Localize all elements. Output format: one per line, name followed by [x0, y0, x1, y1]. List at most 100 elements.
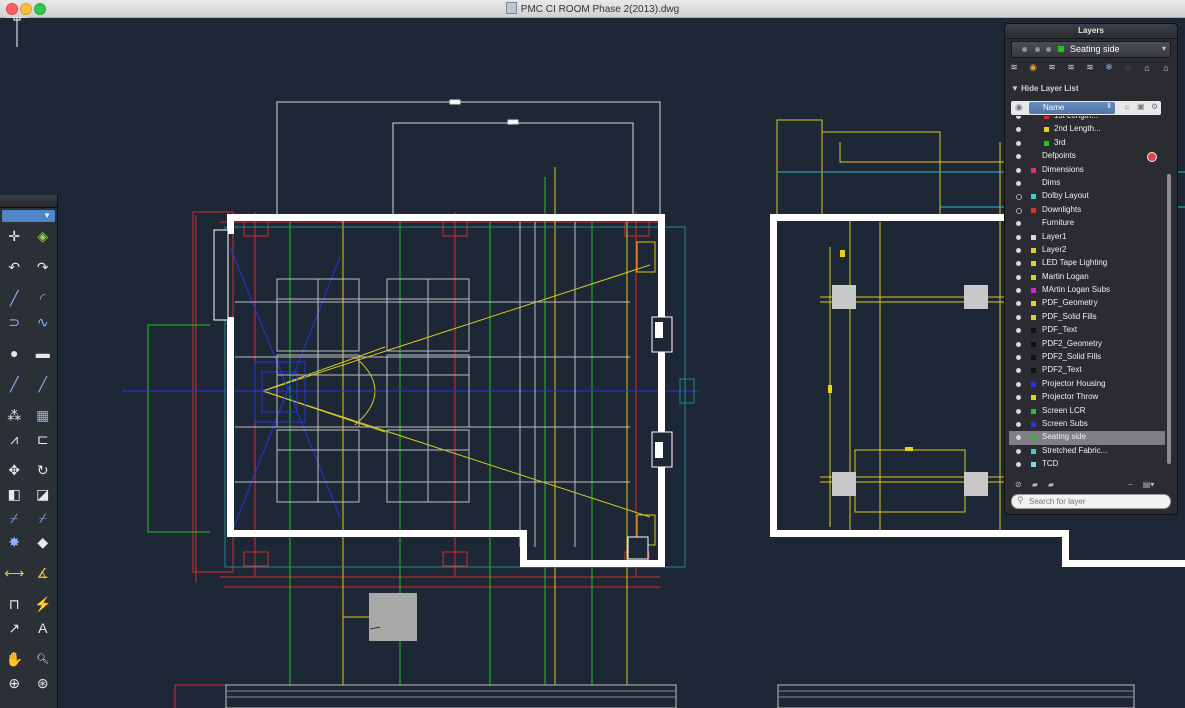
redo-icon[interactable]: ↷: [33, 257, 53, 277]
copy-icon[interactable]: ⁂: [4, 405, 24, 425]
layer-row[interactable]: Furniture: [1009, 217, 1165, 230]
layer-row[interactable]: MArtin Logan Subs: [1009, 284, 1165, 297]
layer-row[interactable]: PDF_Geometry: [1009, 297, 1165, 310]
freeze-column-icon[interactable]: ☼: [1123, 102, 1130, 111]
layer-visibility-toggle[interactable]: [1016, 435, 1021, 441]
erase-icon[interactable]: ◆: [33, 532, 53, 552]
rectangle-icon[interactable]: ▬: [33, 343, 53, 363]
layer-row[interactable]: Screen LCR: [1009, 405, 1165, 418]
layer-row[interactable]: 2nd Length...: [1009, 123, 1165, 136]
layer-search[interactable]: ⚲: [1011, 494, 1171, 509]
layer-row[interactable]: Layer1: [1009, 231, 1165, 244]
layer-walk-icon[interactable]: ≋: [1083, 61, 1097, 74]
layer-visibility-toggle[interactable]: [1016, 328, 1021, 334]
layer-visibility-toggle[interactable]: [1016, 127, 1021, 133]
layer-row[interactable]: PDF2_Geometry: [1009, 338, 1165, 351]
layer-row[interactable]: 1st Length...: [1009, 116, 1165, 123]
array-icon[interactable]: ▦: [33, 405, 53, 425]
layer-row[interactable]: Dolby Layout: [1009, 190, 1165, 203]
quick-dimension-icon[interactable]: ⚡: [33, 594, 53, 614]
new-filter-icon[interactable]: ▰: [1048, 480, 1054, 489]
delete-layer-icon[interactable]: −: [1128, 480, 1133, 489]
layer-color-swatch[interactable]: [1031, 261, 1036, 267]
palette-dropdown[interactable]: ▼: [2, 210, 55, 222]
layer-color-swatch[interactable]: [1044, 127, 1049, 133]
layer-color-swatch[interactable]: [1031, 462, 1036, 468]
layer-row[interactable]: PDF2_Text: [1009, 364, 1165, 377]
spline-icon[interactable]: ∿: [33, 312, 53, 332]
layer-visibility-toggle[interactable]: [1016, 247, 1021, 253]
layer-row[interactable]: Seating side: [1009, 431, 1165, 445]
mirror-icon[interactable]: ⩘: [4, 429, 24, 449]
layer-visibility-toggle[interactable]: [1016, 448, 1021, 454]
layer-color-swatch[interactable]: [1031, 368, 1036, 374]
layer-row[interactable]: Downlights: [1009, 204, 1165, 217]
layer-visibility-toggle[interactable]: [1016, 381, 1021, 387]
layer-visibility-toggle[interactable]: [1016, 180, 1021, 186]
current-layer-dropdown[interactable]: Seating side ▾: [1011, 41, 1171, 58]
layer-color-swatch[interactable]: [1031, 288, 1036, 294]
layer-lock-icon[interactable]: ⌂: [1140, 61, 1154, 74]
layer-row[interactable]: Dimensions: [1009, 164, 1165, 177]
layer-visibility-toggle[interactable]: [1016, 408, 1021, 414]
layer-visibility-toggle[interactable]: [1016, 355, 1021, 361]
layer-color-swatch[interactable]: [1031, 301, 1036, 307]
plot-column-icon[interactable]: ⚙: [1151, 102, 1158, 111]
layer-list-scrollbar[interactable]: [1167, 174, 1171, 464]
layer-row[interactable]: LED Tape Lighting: [1009, 257, 1165, 270]
layer-visibility-toggle[interactable]: [1016, 301, 1021, 307]
layer-visibility-toggle[interactable]: [1016, 395, 1021, 401]
layers-panel-header[interactable]: Layers: [1005, 24, 1177, 39]
layer-visibility-toggle[interactable]: [1016, 221, 1021, 227]
undo-icon[interactable]: ↶: [4, 257, 24, 277]
eye-icon[interactable]: ◉: [1015, 102, 1023, 113]
leader-icon[interactable]: ↗: [4, 618, 24, 638]
hide-layer-list-toggle[interactable]: ▼ Hide Layer List: [1011, 84, 1079, 93]
layer-freeze-icon[interactable]: ❄: [1102, 61, 1116, 74]
layer-visibility-toggle[interactable]: [1016, 234, 1021, 240]
layer-cube-icon[interactable]: ◈: [33, 226, 53, 246]
layer-visibility-toggle[interactable]: [1016, 341, 1021, 347]
layer-color-swatch[interactable]: [1044, 116, 1049, 119]
layer-color-swatch[interactable]: [1031, 207, 1036, 213]
rotate-icon[interactable]: ↻: [33, 460, 53, 480]
arc-icon[interactable]: ◜: [33, 288, 53, 308]
layer-color-swatch[interactable]: [1031, 395, 1036, 401]
layer-color-swatch[interactable]: [1044, 140, 1049, 146]
layer-visibility-toggle[interactable]: [1016, 314, 1021, 320]
layer-visibility-toggle[interactable]: [1016, 421, 1021, 427]
palette-grip[interactable]: [0, 195, 57, 208]
layer-color-swatch[interactable]: [1031, 421, 1036, 427]
layer-color-swatch[interactable]: [1031, 408, 1036, 414]
crosshair-icon[interactable]: ✛: [4, 226, 24, 246]
equipment-rack[interactable]: [369, 593, 417, 641]
pan-icon[interactable]: ✋: [4, 649, 24, 669]
offset-icon[interactable]: ⊏: [33, 429, 53, 449]
layer-visibility-toggle[interactable]: [1016, 288, 1021, 294]
layer-color-swatch[interactable]: [1031, 274, 1036, 280]
layer-visibility-toggle[interactable]: [1016, 140, 1021, 146]
layer-color-swatch[interactable]: [1031, 167, 1036, 173]
layer-color-swatch[interactable]: [1031, 234, 1036, 240]
xline-icon[interactable]: ╱: [4, 374, 24, 394]
layer-row[interactable]: PDF_Text: [1009, 324, 1165, 337]
new-layer-icon[interactable]: ⊘: [1015, 480, 1022, 489]
layer-row[interactable]: Martin Logan: [1009, 271, 1165, 284]
stretch-icon[interactable]: ◪: [33, 484, 53, 504]
layer-visibility-toggle[interactable]: [1016, 207, 1022, 214]
text-icon[interactable]: A: [33, 618, 53, 638]
layer-match-icon[interactable]: ≋: [1045, 61, 1059, 74]
zoom-icon[interactable]: 🔍︎: [33, 649, 53, 669]
layer-row[interactable]: Projector Throw: [1009, 391, 1165, 404]
line-icon[interactable]: ╱: [4, 288, 24, 308]
layer-row[interactable]: PDF2_Solid Fills: [1009, 351, 1165, 364]
trim-icon[interactable]: ⌿: [4, 508, 24, 528]
layer-color-swatch[interactable]: [1031, 314, 1036, 320]
layer-state-icon[interactable]: ≋: [1007, 61, 1021, 74]
linear-dimension-icon[interactable]: ⟷: [4, 563, 24, 583]
layer-visibility-toggle[interactable]: [1016, 194, 1022, 201]
extend-icon[interactable]: ⌿: [33, 508, 53, 528]
layer-row[interactable]: Dims: [1009, 177, 1165, 190]
layer-options-icon[interactable]: ▤▾: [1143, 480, 1155, 489]
layer-visibility-toggle[interactable]: [1016, 368, 1021, 374]
